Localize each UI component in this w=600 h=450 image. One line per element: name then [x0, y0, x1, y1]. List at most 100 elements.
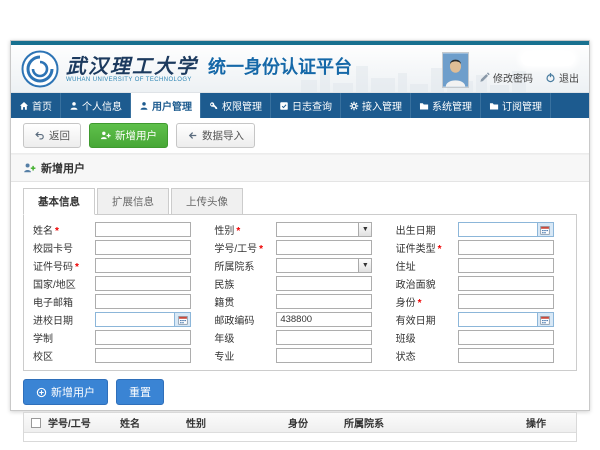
field-input[interactable]	[95, 294, 191, 309]
field-input[interactable]	[95, 240, 191, 255]
chevron-down-icon[interactable]: ▼	[358, 223, 371, 236]
field-input[interactable]	[276, 312, 372, 327]
field-input[interactable]	[276, 276, 372, 291]
user-avatar	[442, 52, 469, 88]
basic-info-form: 姓名* 性别* ▼	[23, 214, 577, 371]
reset-label: 重置	[129, 384, 151, 400]
field-input[interactable]	[276, 294, 372, 309]
section-header: 新增用户	[11, 154, 589, 182]
calendar-button[interactable]	[537, 312, 554, 327]
tab[interactable]: 扩展信息	[97, 188, 169, 215]
nav-item[interactable]: 首页	[11, 93, 61, 118]
select-all-checkbox[interactable]	[31, 418, 41, 428]
calendar-button[interactable]	[537, 222, 554, 237]
nav-item[interactable]: 订阅管理	[481, 93, 551, 118]
pencil-icon	[479, 72, 490, 83]
form-tabs: 基本信息 扩展信息 上传头像	[23, 188, 577, 215]
field-input[interactable]	[458, 294, 554, 309]
field-input[interactable]	[458, 312, 537, 327]
field-input[interactable]	[95, 330, 191, 345]
calendar-icon	[540, 315, 550, 325]
power-icon	[545, 72, 556, 83]
form-field: 国家/地区	[28, 276, 209, 291]
reset-button[interactable]: 重置	[116, 379, 164, 405]
form-field: 学制	[28, 330, 209, 345]
form-actions: 新增用户 重置	[23, 371, 577, 412]
nav-item[interactable]: 接入管理	[341, 93, 411, 118]
field-label: 状态	[396, 352, 416, 363]
results-table: 学号/工号 姓名 性别 身份 所属院系 操作	[23, 412, 577, 442]
form-field: 出生日期	[391, 222, 572, 237]
column-header: 操作	[526, 415, 576, 430]
chevron-down-icon[interactable]: ▼	[358, 259, 371, 272]
required-asterisk: *	[418, 298, 422, 309]
field-input[interactable]	[458, 240, 554, 255]
field-input[interactable]	[276, 348, 372, 363]
platform-title: 统一身份认证平台	[208, 53, 352, 85]
form-field: 身份*	[391, 294, 572, 309]
section-title: 新增用户	[41, 160, 85, 176]
university-logo-icon	[21, 50, 59, 88]
form-field: 状态	[391, 348, 572, 363]
form-field: 邮政编码	[209, 312, 390, 327]
field-input[interactable]	[458, 330, 554, 345]
field-input[interactable]	[95, 312, 174, 327]
form-field: 籍贯	[209, 294, 390, 309]
nav-item-label: 系统管理	[432, 98, 472, 113]
column-header: 学号/工号	[48, 415, 120, 430]
nav-item[interactable]: 个人信息	[61, 93, 131, 118]
field-input[interactable]	[95, 276, 191, 291]
nav-item[interactable]: 权限管理	[201, 93, 271, 118]
person-icon	[69, 101, 79, 111]
tab[interactable]: 上传头像	[171, 188, 243, 215]
results-table-body	[24, 433, 576, 441]
field-label: 政治面貌	[396, 280, 436, 291]
field-input[interactable]	[95, 258, 191, 273]
nav-item-label: 接入管理	[362, 98, 402, 113]
form-field: 政治面貌	[391, 276, 572, 291]
field-input[interactable]	[458, 348, 554, 363]
field-label: 籍贯	[214, 298, 234, 309]
nav-item[interactable]: 用户管理	[131, 93, 201, 118]
import-arrow-icon	[187, 130, 198, 141]
field-label: 学制	[33, 334, 53, 345]
nav-item[interactable]: 日志查询	[271, 93, 341, 118]
field-input[interactable]	[458, 222, 537, 237]
nav-item-label: 用户管理	[152, 98, 192, 113]
tab-label: 上传头像	[186, 196, 228, 208]
tab[interactable]: 基本信息	[23, 188, 95, 215]
toolbar: 返回 新增用户 数据导入	[11, 118, 589, 154]
required-asterisk: *	[438, 244, 442, 255]
calendar-button[interactable]	[174, 312, 191, 327]
change-password-link[interactable]: 修改密码	[479, 70, 533, 85]
back-button[interactable]: 返回	[23, 123, 81, 148]
add-user-toolbar-button[interactable]: 新增用户	[89, 123, 168, 148]
required-asterisk: *	[55, 226, 59, 237]
nav-item-label: 日志查询	[292, 98, 332, 113]
gear-icon	[349, 101, 359, 111]
data-import-button[interactable]: 数据导入	[176, 123, 255, 148]
nav-item-label: 首页	[32, 98, 52, 113]
field-input[interactable]	[276, 330, 372, 345]
user-icon	[139, 101, 149, 111]
logout-link[interactable]: 退出	[545, 70, 579, 85]
column-header: 身份	[288, 415, 344, 430]
required-asterisk: *	[75, 262, 79, 273]
field-input[interactable]	[458, 258, 554, 273]
field-input[interactable]	[276, 240, 372, 255]
nav-item-label: 权限管理	[222, 98, 262, 113]
field-input[interactable]	[458, 276, 554, 291]
form-field: 证件类型*	[391, 240, 572, 255]
field-input[interactable]	[95, 222, 191, 237]
field-input[interactable]	[95, 348, 191, 363]
field-label: 证件号码	[33, 262, 73, 273]
folder-icon	[419, 101, 429, 111]
form-field: 姓名*	[28, 222, 209, 237]
form-field: 专业	[209, 348, 390, 363]
field-label: 姓名	[33, 226, 53, 237]
nav-item[interactable]: 系统管理	[411, 93, 481, 118]
form-field: 校区	[28, 348, 209, 363]
submit-add-user-button[interactable]: 新增用户	[23, 379, 108, 405]
form-field: 所属院系 ▼	[209, 258, 390, 273]
field-label: 邮政编码	[214, 316, 254, 327]
